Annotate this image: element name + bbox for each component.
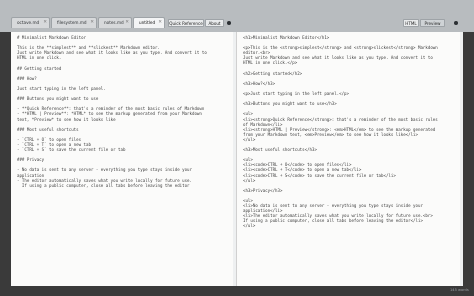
- preview-button[interactable]: Preview: [420, 19, 445, 27]
- tab-label: untitled: [139, 20, 156, 25]
- status-dot-icon: [454, 21, 458, 25]
- tab-filesystem[interactable]: filesystem.md ✕: [51, 17, 97, 28]
- preview-text: <h1>Minimalist Markdown Editor</h1> <p>T…: [243, 35, 438, 229]
- top-bar: octave.md ✕ filesystem.md ✕ notes.md ✕ u…: [0, 0, 474, 32]
- html-preview-pane: <h1>Minimalist Markdown Editor</h1> <p>T…: [237, 32, 463, 286]
- html-button[interactable]: HTML: [403, 19, 419, 27]
- status-dot-icon: [227, 21, 231, 25]
- preview-scrollbar[interactable]: [460, 32, 463, 286]
- markdown-editor[interactable]: # Minimalist Markdown Editor This is the…: [11, 32, 237, 286]
- editor-text[interactable]: # Minimalist Markdown Editor This is the…: [17, 35, 233, 188]
- editor-scrollbar[interactable]: [233, 32, 236, 286]
- tab-untitled[interactable]: untitled ✕: [133, 17, 165, 28]
- close-icon[interactable]: ✕: [125, 18, 129, 28]
- tab-label: octave.md: [17, 20, 40, 25]
- tab-label: notes.md: [104, 20, 124, 25]
- close-icon[interactable]: ✕: [90, 18, 94, 28]
- quick-reference-button[interactable]: Quick Reference: [168, 19, 204, 27]
- close-icon[interactable]: ✕: [43, 18, 47, 28]
- tab-label: filesystem.md: [57, 20, 87, 25]
- close-icon[interactable]: ✕: [158, 18, 162, 28]
- word-counter: 145 words: [450, 288, 469, 292]
- tab-notes[interactable]: notes.md ✕: [98, 17, 132, 28]
- about-button[interactable]: About: [205, 19, 224, 27]
- tab-octave[interactable]: octave.md ✕: [11, 17, 50, 28]
